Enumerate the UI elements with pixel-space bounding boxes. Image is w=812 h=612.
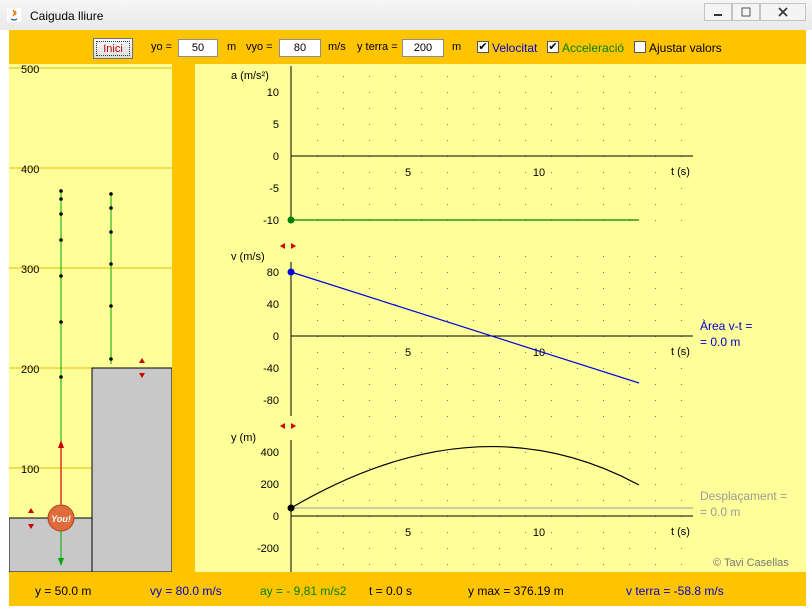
scale-tick-label: 100 xyxy=(21,464,39,476)
yo-label: yo = xyxy=(151,41,173,53)
velocity-ytick: -80 xyxy=(263,395,279,407)
java-app-icon xyxy=(7,8,21,22)
svg-text:You!: You! xyxy=(51,514,71,524)
velocity-xtick: 5 xyxy=(405,347,411,359)
accel-ylabel: a (m/s²) xyxy=(231,70,269,82)
start-button[interactable]: Inici xyxy=(93,38,133,59)
panel-gap xyxy=(172,64,195,572)
scene-canvas: 500 400 300 200 100 0 xyxy=(8,64,173,574)
accel-ytick: -10 xyxy=(263,215,279,227)
adjust-checkbox[interactable] xyxy=(634,41,646,53)
velocity-position-divider-handle[interactable] xyxy=(280,423,296,429)
minimize-button[interactable] xyxy=(704,3,732,21)
position-ytick: -200 xyxy=(257,543,279,555)
position-ytick: 400 xyxy=(261,447,279,459)
vyo-label: vyo = xyxy=(246,41,273,53)
position-xtick: 10 xyxy=(533,527,545,539)
status-ymax: y max = 376.19 m xyxy=(468,584,564,598)
window-title: Caiguda lliure xyxy=(30,9,104,23)
applet-frame: Inici yo = m vyo = m/s y terra = m ✔ Vel… xyxy=(8,30,806,606)
status-vterra: v terra = -58.8 m/s xyxy=(626,584,724,598)
maximize-icon xyxy=(741,7,751,17)
velocity-ytick: -40 xyxy=(263,363,279,375)
accel-ytick: 5 xyxy=(273,119,279,131)
status-bar: y = 50.0 m vy = 80.0 m/s ay = - 9,81 m/s… xyxy=(9,572,806,606)
accel-xlabel: t (s) xyxy=(671,166,690,178)
minimize-icon xyxy=(714,14,722,16)
velocity-point xyxy=(287,268,295,276)
graphs-canvas: a (m/s²) t (s) 10 5 0 -5 -10 5 10 v (m/s… xyxy=(231,66,789,572)
falling-ball[interactable]: You! xyxy=(47,504,75,532)
maximize-button[interactable] xyxy=(732,3,760,21)
status-t: t = 0.0 s xyxy=(369,584,413,598)
yterra-unit: m xyxy=(452,41,462,53)
velocity-ytick: 40 xyxy=(267,299,279,311)
credit-text: © Tavi Casellas xyxy=(713,557,789,569)
yo-unit: m xyxy=(227,41,237,53)
position-xlabel: t (s) xyxy=(671,526,690,538)
velocity-arrow-icon xyxy=(58,440,64,448)
scale-tick-label: 300 xyxy=(21,264,39,276)
adjust-checkbox-label: Ajustar valors xyxy=(649,41,722,55)
accel-xtick: 10 xyxy=(533,167,545,179)
trajectory-dots xyxy=(59,189,113,379)
scale-tick-label: 200 xyxy=(21,364,39,376)
displacement-value: = 0.0 m xyxy=(700,505,740,519)
velocity-checkbox-label: Velocitat xyxy=(492,41,538,55)
yterra-label: y terra = xyxy=(357,41,398,53)
graphs-panel: a (m/s²) t (s) 10 5 0 -5 -10 5 10 v (m/s… xyxy=(195,64,806,572)
status-vy: vy = 80.0 m/s xyxy=(150,584,222,598)
accel-checkbox-label: Acceleració xyxy=(562,41,625,55)
position-xtick: 5 xyxy=(405,527,411,539)
velocity-checkbox[interactable]: ✔ xyxy=(477,41,489,53)
velocity-curve xyxy=(290,271,640,384)
velocity-ytick: 80 xyxy=(267,267,279,279)
status-ay: ay = - 9,81 m/s2 xyxy=(260,584,347,598)
close-icon xyxy=(778,7,788,17)
position-ytick: 200 xyxy=(261,479,279,491)
velocity-area-value: = 0.0 m xyxy=(700,335,740,349)
scale-tick-label: 400 xyxy=(21,164,39,176)
accel-point xyxy=(287,216,295,224)
velocity-area-label: Àrea v-t = xyxy=(700,318,752,333)
accel-ytick: -5 xyxy=(269,183,279,195)
position-ytick: 0 xyxy=(273,511,279,523)
scene-panel: 500 400 300 200 100 0 xyxy=(8,64,173,574)
accel-graph: a (m/s²) t (s) 10 5 0 -5 -10 5 10 xyxy=(231,66,693,227)
velocity-ylabel: v (m/s) xyxy=(231,251,265,263)
velocity-ytick: 0 xyxy=(273,331,279,343)
accel-ytick: 0 xyxy=(273,151,279,163)
position-graph: y (m) t (s) 400 200 0 -200 5 10 Desplaça… xyxy=(231,423,787,572)
velocity-xlabel: t (s) xyxy=(671,346,690,358)
ground-high xyxy=(91,367,173,573)
accel-velocity-divider-handle[interactable] xyxy=(280,243,296,249)
velocity-graph: v (m/s) t (s) 80 40 0 -40 -80 5 10 Àrea … xyxy=(231,243,752,416)
grid-dots xyxy=(317,76,682,565)
vyo-unit: m/s xyxy=(328,41,346,53)
close-button[interactable] xyxy=(760,3,806,21)
yterra-input[interactable] xyxy=(402,39,444,57)
controls-toolbar: Inici yo = m vyo = m/s y terra = m ✔ Vel… xyxy=(9,30,806,64)
displacement-label: Desplaçament = xyxy=(700,489,787,503)
position-curve xyxy=(290,445,640,509)
scale-tick-label: 500 xyxy=(21,64,39,76)
accel-ytick: 10 xyxy=(267,87,279,99)
status-y: y = 50.0 m xyxy=(35,584,92,598)
yo-input[interactable] xyxy=(178,39,218,57)
accel-checkbox[interactable]: ✔ xyxy=(547,41,559,53)
position-ylabel: y (m) xyxy=(231,432,256,444)
window-titlebar: Caiguda lliure xyxy=(0,0,812,30)
vyo-input[interactable] xyxy=(279,39,321,57)
accel-xtick: 5 xyxy=(405,167,411,179)
position-point xyxy=(287,504,295,512)
